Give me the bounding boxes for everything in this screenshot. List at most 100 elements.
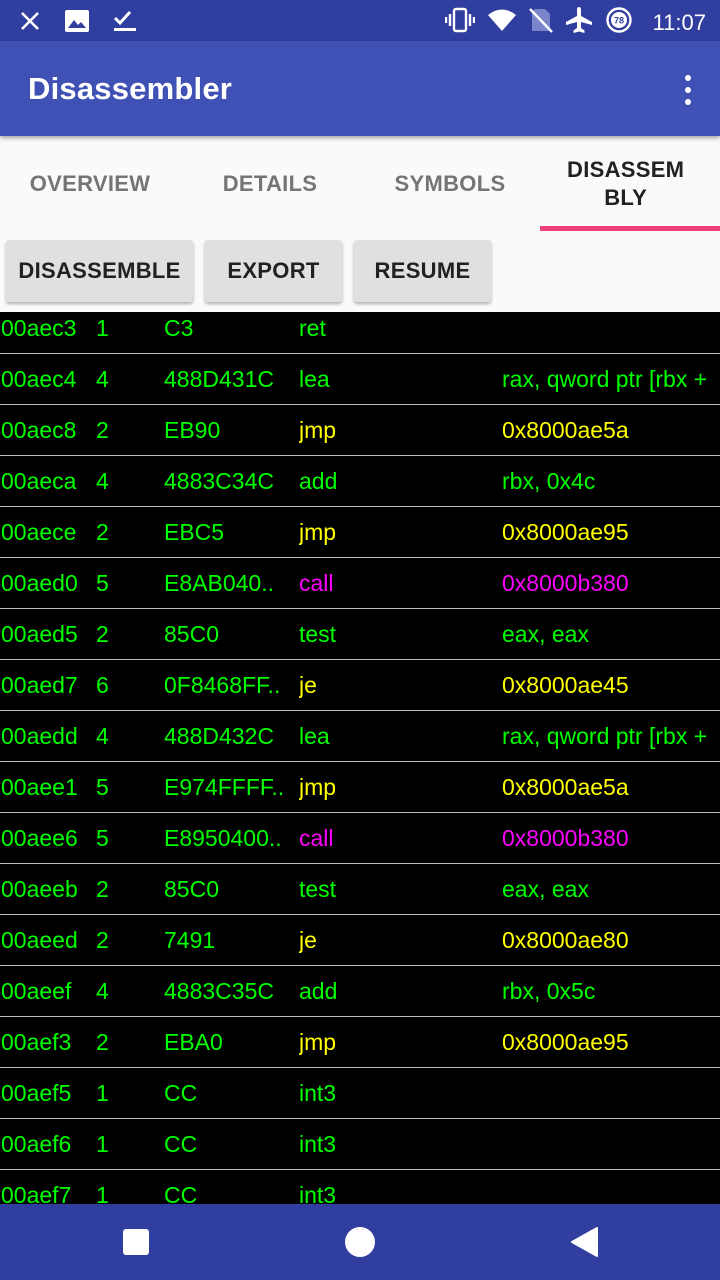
operands-cell: 0x8000b380 — [502, 570, 629, 596]
mnemonic-cell: test — [299, 876, 337, 902]
app-title: Disassembler — [28, 71, 233, 106]
operands-cell: eax, eax — [502, 876, 589, 902]
bytes-cell: CC — [164, 1131, 198, 1157]
size-cell: 2 — [96, 621, 109, 647]
operands-cell: 0x8000ae45 — [502, 672, 629, 698]
bytes-cell: 85C0 — [164, 876, 219, 902]
airplane-icon — [565, 6, 593, 39]
address-cell: 00aeca — [1, 468, 77, 494]
operands-cell: 0x8000b380 — [502, 825, 629, 851]
address-cell: 00aedd — [1, 723, 78, 749]
bytes-cell: CC — [164, 1080, 198, 1106]
size-cell: 5 — [96, 825, 109, 851]
table-row[interactable]: 00aece 2 EBC5 jmp 0x8000ae95 — [0, 507, 720, 558]
mnemonic-cell: lea — [299, 366, 330, 392]
navigation-bar — [0, 1204, 720, 1280]
home-icon[interactable] — [310, 1204, 410, 1280]
table-row[interactable]: 00aee6 5 E8950400.. call 0x8000b380 — [0, 813, 720, 864]
address-cell: 00aef3 — [1, 1029, 72, 1055]
address-cell: 00aeeb — [1, 876, 78, 902]
table-row[interactable]: 00aedd 4 488D432C lea rax, qword ptr [rbx + — [0, 711, 720, 762]
overflow-menu-icon[interactable] — [682, 75, 694, 105]
bytes-cell: E8AB040.. — [164, 570, 274, 596]
mnemonic-cell: int3 — [299, 1080, 337, 1106]
table-row[interactable]: 00aef6 1 CC int3 — [0, 1119, 720, 1170]
disassemble-button[interactable]: DISASSEMBLE — [6, 240, 193, 302]
size-cell: 4 — [96, 468, 109, 494]
bytes-cell: E8950400.. — [164, 825, 282, 851]
table-row[interactable]: 00aec3 1 C3 ret — [0, 312, 720, 354]
export-button[interactable]: EXPORT — [205, 240, 342, 302]
address-cell: 00aed0 — [1, 570, 78, 596]
table-row[interactable]: 00aeca 4 4883C34C add rbx, 0x4c — [0, 456, 720, 507]
address-cell: 00aeed — [1, 927, 78, 953]
table-row[interactable]: 00aeeb 2 85C0 test eax, eax — [0, 864, 720, 915]
operands-cell: 0x8000ae95 — [502, 519, 629, 545]
mnemonic-cell: jmp — [299, 519, 337, 545]
size-cell: 5 — [96, 774, 109, 800]
tab-symbols[interactable]: SYMBOLS — [360, 136, 540, 232]
close-icon — [18, 9, 42, 38]
table-row[interactable]: 00aed0 5 E8AB040.. call 0x8000b380 — [0, 558, 720, 609]
tab-indicator — [540, 226, 720, 231]
tab-disassembly[interactable]: DISASSEM BLY — [567, 136, 717, 232]
mnemonic-cell: ret — [299, 315, 326, 341]
address-cell: 00aec4 — [1, 366, 77, 392]
table-row[interactable]: 00aee1 5 E974FFFF.. jmp 0x8000ae5a — [0, 762, 720, 813]
table-row[interactable]: 00aed7 6 0F8468FF.. je 0x8000ae45 — [0, 660, 720, 711]
size-cell: 1 — [96, 315, 109, 341]
table-row[interactable]: 00aed5 2 85C0 test eax, eax — [0, 609, 720, 660]
operands-cell: rax, qword ptr [rbx + — [502, 366, 708, 392]
battery-saver-icon: 78 — [605, 6, 633, 39]
table-row[interactable]: 00aef7 1 CC int3 — [0, 1170, 720, 1204]
clock: 11:07 — [652, 9, 706, 35]
table-row[interactable]: 00aec8 2 EB90 jmp 0x8000ae5a — [0, 405, 720, 456]
size-cell: 1 — [96, 1182, 109, 1204]
app-bar: Disassembler — [0, 41, 720, 136]
bytes-cell: E974FFFF.. — [164, 774, 285, 800]
operands-cell: rbx, 0x5c — [502, 978, 596, 1004]
operands-cell: 0x8000ae95 — [502, 1029, 629, 1055]
mnemonic-cell: int3 — [299, 1182, 337, 1204]
operands-cell: rbx, 0x4c — [502, 468, 596, 494]
table-row[interactable]: 00aeef 4 4883C35C add rbx, 0x5c — [0, 966, 720, 1017]
address-cell: 00aed7 — [1, 672, 78, 698]
mnemonic-cell: add — [299, 978, 338, 1004]
table-row[interactable]: 00aef5 1 CC int3 — [0, 1068, 720, 1119]
size-cell: 2 — [96, 417, 109, 443]
size-cell: 5 — [96, 570, 109, 596]
address-cell: 00aee1 — [1, 774, 78, 800]
size-cell: 2 — [96, 876, 109, 902]
mnemonic-cell: jmp — [299, 417, 337, 443]
size-cell: 2 — [96, 1029, 109, 1055]
back-icon[interactable] — [534, 1204, 634, 1280]
table-row[interactable]: 00aec4 4 488D431C lea rax, qword ptr [rbx + — [0, 354, 720, 405]
address-cell: 00aec3 — [1, 315, 77, 341]
mnemonic-cell: je — [299, 672, 317, 698]
resume-button[interactable]: RESUME — [354, 240, 491, 302]
address-cell: 00aeef — [1, 978, 72, 1004]
mnemonic-cell: call — [299, 570, 334, 596]
status-bar: 78 11:07 — [0, 0, 720, 41]
address-cell: 00aec8 — [1, 417, 77, 443]
bytes-cell: EBA0 — [164, 1029, 223, 1055]
address-cell: 00aed5 — [1, 621, 78, 647]
tab-details[interactable]: DETAILS — [180, 136, 360, 232]
size-cell: 4 — [96, 978, 109, 1004]
recents-icon[interactable] — [86, 1204, 186, 1280]
address-cell: 00aee6 — [1, 825, 78, 851]
bytes-cell: 4883C34C — [164, 468, 274, 494]
bytes-cell: 0F8468FF.. — [164, 672, 281, 698]
checklist-icon — [112, 8, 138, 39]
mnemonic-cell: jmp — [299, 1029, 337, 1055]
table-row[interactable]: 00aef3 2 EBA0 jmp 0x8000ae95 — [0, 1017, 720, 1068]
bytes-cell: C3 — [164, 315, 194, 341]
bytes-cell: 85C0 — [164, 621, 219, 647]
disassembly-list[interactable]: 00aec3 1 C3 ret 00aec4 4 488D431C lea rax, qword… — [0, 312, 720, 1204]
action-toolbar: DISASSEMBLE EXPORT RESUME — [0, 232, 720, 312]
tab-overview[interactable]: OVERVIEW — [0, 136, 180, 232]
mnemonic-cell: lea — [299, 723, 330, 749]
table-row[interactable]: 00aeed 2 7491 je 0x8000ae80 — [0, 915, 720, 966]
bytes-cell: 7491 — [164, 927, 216, 953]
operands-cell: rax, qword ptr [rbx + — [502, 723, 708, 749]
